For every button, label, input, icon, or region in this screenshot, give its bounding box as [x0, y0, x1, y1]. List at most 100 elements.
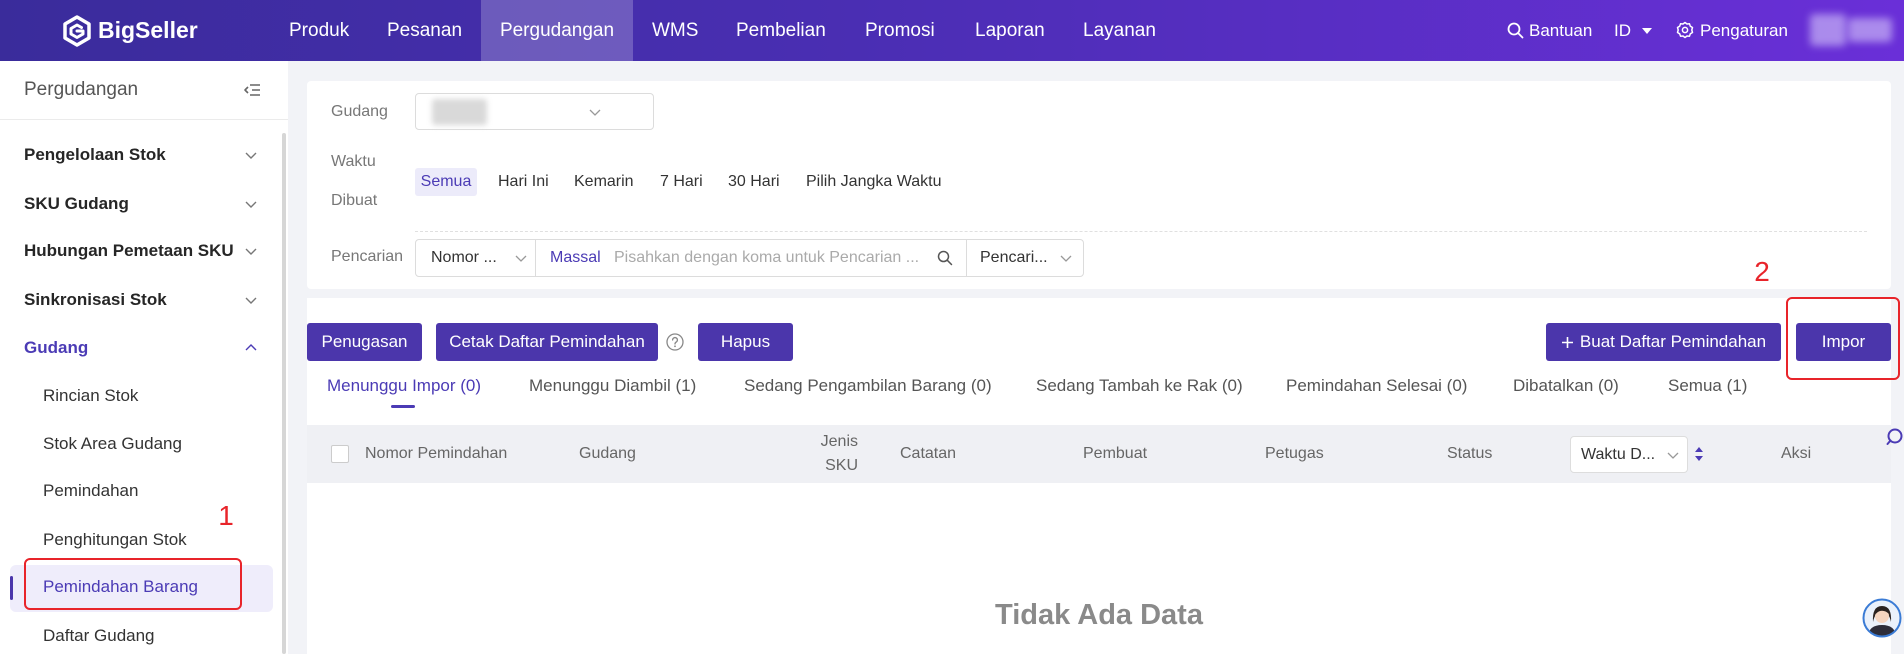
chevron-down-icon — [245, 297, 257, 304]
sidebar-item-label: Sinkronisasi Stok — [24, 290, 167, 309]
nav-item-wms[interactable]: WMS — [652, 0, 698, 61]
sidebar-item-label: Gudang — [24, 338, 89, 357]
sidebar-item-label: Hubungan Pemetaan SKU — [24, 241, 234, 260]
bulk-search-button[interactable]: Massal — [550, 240, 601, 276]
input-separator — [966, 240, 967, 276]
empty-state-text: Tidak Ada Data — [995, 599, 1203, 631]
search-field-select[interactable]: Nomor ... — [431, 240, 497, 276]
search-icon[interactable] — [1886, 428, 1903, 448]
help-icon[interactable] — [666, 333, 684, 351]
nav-item-layanan[interactable]: Layanan — [1083, 0, 1156, 61]
search-icon[interactable] — [937, 250, 953, 266]
sidebar: Pergudangan Pengelolaan Stok SKU Gudang … — [0, 61, 288, 654]
nav-item-pembelian[interactable]: Pembelian — [736, 0, 826, 61]
annotation-number-1: 1 — [218, 500, 234, 531]
column-header-gudang: Gudang — [579, 445, 636, 462]
time-option-7-hari[interactable]: 7 Hari — [660, 170, 703, 194]
time-option-30-hari[interactable]: 30 Hari — [728, 170, 780, 194]
sidebar-item-hubungan-pemetaan-sku[interactable]: Hubungan Pemetaan SKU — [24, 233, 274, 269]
created-time-label: Waktu Dibuat — [331, 153, 378, 209]
search-input[interactable]: Pisahkan dengan koma untuk Pencarian ... — [614, 240, 919, 276]
column-header-pembuat: Pembuat — [1083, 445, 1148, 462]
warehouse-select[interactable] — [415, 93, 654, 130]
support-avatar-icon[interactable] — [1862, 598, 1902, 638]
help-link[interactable]: Bantuan — [1529, 0, 1592, 61]
sidebar-item-gudang[interactable]: Gudang — [24, 330, 274, 366]
gear-icon[interactable] — [1676, 21, 1694, 39]
active-item-indicator — [10, 576, 13, 600]
sidebar-divider — [0, 119, 288, 120]
time-option-custom-range[interactable]: Pilih Jangka Waktu — [806, 170, 941, 194]
time-sort-select[interactable]: Waktu D... — [1570, 436, 1688, 473]
caret-down-icon[interactable] — [1642, 28, 1652, 35]
language-selector[interactable]: ID — [1614, 0, 1631, 61]
nav-item-produk[interactable]: Produk — [289, 0, 349, 61]
chevron-up-icon — [245, 344, 257, 351]
select-all-checkbox[interactable] — [331, 445, 349, 463]
sidebar-item-label: SKU Gudang — [24, 194, 129, 213]
transfer-list-panel: Penugasan Cetak Daftar Pemindahan Hapus … — [307, 298, 1891, 654]
annotation-box-1 — [24, 558, 242, 610]
column-header-status: Status — [1447, 445, 1493, 462]
tab-pemindahan-selesai[interactable]: Pemindahan Selesai (0) — [1286, 374, 1467, 398]
sidebar-item-pengelolaan-stok[interactable]: Pengelolaan Stok — [24, 137, 274, 173]
blurred-username — [1848, 18, 1892, 42]
chevron-down-icon — [245, 152, 257, 159]
tab-sedang-pengambilan-barang[interactable]: Sedang Pengambilan Barang (0) — [744, 374, 992, 398]
chevron-down-icon — [589, 109, 601, 116]
nav-item-promosi[interactable]: Promosi — [865, 0, 935, 61]
user-account-blurred[interactable] — [1806, 8, 1898, 52]
sort-icon[interactable] — [1694, 446, 1704, 462]
input-separator — [535, 240, 536, 276]
create-transfer-list-button-label: Buat Daftar Pemindahan — [1579, 332, 1767, 351]
filter-panel: Gudang Waktu Dibuat Semua Hari Ini Kemar… — [307, 81, 1891, 289]
chevron-down-icon — [245, 248, 257, 255]
print-list-button[interactable]: Cetak Daftar Pemindahan — [436, 323, 658, 361]
tab-menunggu-diambil[interactable]: Menunggu Diambil (1) — [529, 374, 696, 398]
time-sort-select-value: Waktu D... — [1581, 446, 1656, 463]
chevron-down-icon — [515, 255, 527, 262]
nav-item-pesanan[interactable]: Pesanan — [387, 0, 462, 61]
sidebar-item-rincian-stok[interactable]: Rincian Stok — [43, 378, 263, 414]
delete-button-label: Hapus — [720, 332, 771, 351]
sidebar-item-daftar-gudang[interactable]: Daftar Gudang — [43, 618, 263, 654]
nav-item-pergudangan[interactable]: Pergudangan — [481, 0, 633, 61]
sidebar-item-sinkronisasi-stok[interactable]: Sinkronisasi Stok — [24, 282, 274, 318]
sidebar-item-stok-area-gudang[interactable]: Stok Area Gudang — [43, 426, 263, 462]
time-option-semua[interactable]: Semua — [415, 168, 477, 196]
sidebar-item-sku-gudang[interactable]: SKU Gudang — [24, 186, 274, 222]
time-option-kemarin[interactable]: Kemarin — [574, 170, 634, 194]
top-navigation-bar: BigSeller Produk Pesanan Pergudangan WMS… — [0, 0, 1904, 61]
sidebar-scrollbar[interactable] — [282, 133, 286, 654]
chevron-down-icon — [245, 201, 257, 208]
print-list-button-label: Cetak Daftar Pemindahan — [449, 332, 645, 351]
chevron-down-icon — [1667, 452, 1679, 459]
tab-semua[interactable]: Semua (1) — [1668, 374, 1747, 398]
column-header-catatan: Catatan — [900, 445, 957, 462]
blurred-warehouse-value — [432, 99, 487, 125]
annotation-number-2: 2 — [1754, 256, 1770, 287]
assign-button-label: Penugasan — [321, 332, 408, 351]
search-icon[interactable] — [1507, 22, 1524, 39]
tab-sedang-tambah-ke-rak[interactable]: Sedang Tambah ke Rak (0) — [1036, 374, 1243, 398]
sidebar-item-label: Pengelolaan Stok — [24, 145, 166, 164]
nav-item-laporan[interactable]: Laporan — [975, 0, 1045, 61]
column-header-petugas: Petugas — [1265, 445, 1324, 462]
tab-menunggu-impor[interactable]: Menunggu Impor (0) — [327, 374, 481, 398]
tab-dibatalkan[interactable]: Dibatalkan (0) — [1513, 374, 1619, 398]
time-option-hari-ini[interactable]: Hari Ini — [498, 170, 549, 194]
search-input-group: Nomor ... Massal Pisahkan dengan koma un… — [415, 239, 1084, 277]
collapse-menu-icon[interactable] — [243, 82, 261, 98]
logo-text[interactable]: BigSeller — [98, 0, 198, 61]
settings-link[interactable]: Pengaturan — [1700, 0, 1788, 61]
app-root: BigSeller Produk Pesanan Pergudangan WMS… — [0, 0, 1904, 654]
delete-button[interactable]: Hapus — [698, 323, 793, 361]
filter-divider — [415, 231, 1867, 232]
search-type-select[interactable]: Pencari... — [980, 240, 1048, 276]
warehouse-label: Gudang — [331, 103, 388, 120]
sidebar-title: Pergudangan — [24, 79, 139, 100]
assign-button[interactable]: Penugasan — [307, 323, 422, 361]
chevron-down-icon — [1060, 255, 1072, 262]
plus-icon — [1561, 336, 1573, 348]
create-transfer-list-button[interactable]: Buat Daftar Pemindahan — [1546, 323, 1781, 361]
